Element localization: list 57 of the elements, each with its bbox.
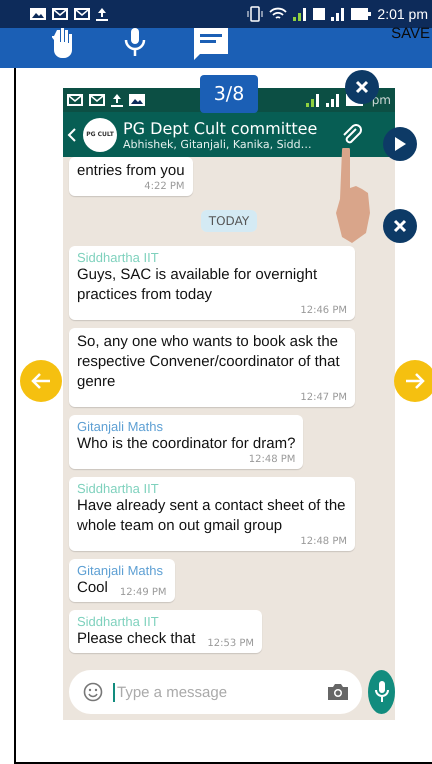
- sender-name: Siddhartha IIT: [77, 250, 160, 265]
- sender-name: Gitanjali Maths: [77, 563, 164, 578]
- close-button[interactable]: [383, 209, 417, 243]
- close-icon: [392, 218, 408, 234]
- sender-name: Gitanjali Maths: [77, 419, 164, 434]
- comment-icon[interactable]: [194, 28, 228, 62]
- message-time: 12:48 PM: [248, 454, 296, 465]
- mail-icon: [74, 8, 90, 20]
- save-button[interactable]: SAVE: [391, 25, 430, 42]
- right-arrow-icon: [404, 372, 426, 390]
- mail-icon: [67, 94, 83, 106]
- sender-name: Siddhartha IIT: [77, 614, 160, 629]
- message-time: 12:49 PM: [120, 587, 167, 598]
- message-text: So, any one who wants to book ask the respective Convener/coordinator of that genre: [77, 332, 341, 392]
- chat-title: PG Dept Cult committee: [123, 118, 318, 138]
- message-time: 12:48 PM: [300, 536, 347, 547]
- microphone-button[interactable]: [368, 670, 395, 714]
- upload-icon: [96, 7, 108, 21]
- wifi-icon: [269, 7, 288, 21]
- message-text: Have already sent a contact sheet of the whole team on out gmail group: [77, 496, 346, 536]
- chat-members: Abhishek, Gitanjali, Kanika, Sidd…: [123, 138, 313, 150]
- date-chip: TODAY: [200, 210, 258, 232]
- status-time: 2:01 pm: [377, 6, 428, 22]
- message-time: 12:47 PM: [300, 392, 347, 403]
- message-text: entries from you: [77, 161, 185, 181]
- signal-icon: [293, 7, 308, 21]
- close-icon: [354, 79, 370, 95]
- vibrate-icon: [247, 6, 264, 22]
- message-field[interactable]: Type a message: [69, 670, 362, 714]
- back-icon[interactable]: [67, 128, 77, 142]
- message-text: Who is the coordinator for dram?: [77, 434, 296, 454]
- signal-icon: [326, 93, 340, 107]
- signal-icon: [331, 7, 346, 21]
- message-text: Guys, SAC is available for overnight practices from today: [77, 265, 318, 305]
- paperclip-icon[interactable]: [341, 124, 363, 146]
- message-time: 4:22 PM: [144, 181, 185, 192]
- left-arrow-icon: [30, 372, 52, 390]
- sender-name: Siddhartha IIT: [77, 481, 160, 496]
- microphone-icon: [374, 681, 390, 703]
- message-text: Please check that: [77, 629, 196, 649]
- image-icon: [30, 8, 46, 20]
- battery-icon: [351, 8, 372, 20]
- upload-icon: [111, 93, 123, 107]
- message-text: Cool: [77, 578, 108, 598]
- camera-icon[interactable]: [328, 684, 348, 700]
- mail-icon: [89, 94, 105, 106]
- emoji-icon[interactable]: [83, 682, 103, 702]
- play-button[interactable]: [383, 127, 417, 161]
- image-icon: [129, 94, 145, 106]
- status-time: pm: [372, 93, 391, 107]
- signal-icon: [306, 93, 320, 107]
- microphone-icon[interactable]: [124, 28, 146, 56]
- page-counter: 3/8: [200, 75, 258, 113]
- mail-icon: [52, 8, 68, 20]
- message-time: 12:46 PM: [300, 305, 347, 316]
- message-time: 12:53 PM: [207, 638, 254, 649]
- message-input[interactable]: Type a message: [113, 682, 318, 702]
